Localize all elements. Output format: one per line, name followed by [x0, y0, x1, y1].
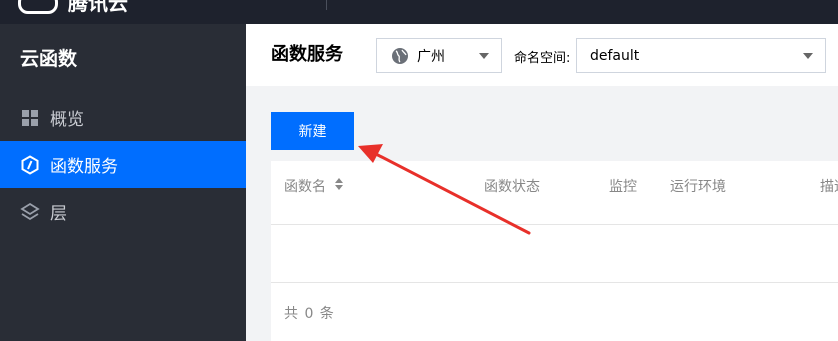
- sidebar-item-overview[interactable]: 概览: [0, 94, 246, 141]
- region-select[interactable]: 广州: [376, 38, 502, 73]
- table-body-empty: [271, 225, 838, 283]
- chevron-down-icon: [803, 53, 813, 59]
- globe-icon: [391, 47, 409, 65]
- sort-icon[interactable]: [334, 177, 344, 197]
- column-header-status: 函数状态: [484, 179, 540, 195]
- sidebar-item-label: 层: [50, 204, 67, 224]
- functions-table: 函数名 函数状态 监控 运行环境 描述 共 0 条: [271, 161, 838, 341]
- new-function-button[interactable]: 新建: [271, 112, 354, 150]
- sidebar-item-label: 函数服务: [50, 157, 118, 177]
- table-header: 函数名 函数状态 监控 运行环境 描述: [271, 161, 838, 225]
- layers-icon: [20, 202, 40, 222]
- sidebar-item-functions[interactable]: 函数服务: [0, 141, 246, 188]
- namespace-label: 命名空间:: [514, 51, 571, 66]
- column-header-function-name[interactable]: 函数名: [284, 177, 344, 197]
- grid-icon: [20, 108, 40, 128]
- cloud-logo-icon[interactable]: [18, 0, 58, 14]
- topbar-divider: [326, 0, 327, 10]
- top-navbar: 腾讯云: [0, 0, 838, 24]
- sidebar-title: 云函数: [20, 48, 78, 70]
- main-header: 函数服务 广州 命名空间: default: [246, 24, 838, 86]
- table-total-count: 共 0 条: [284, 306, 335, 322]
- sidebar-item-layers[interactable]: 层: [0, 188, 246, 235]
- page-title: 函数服务: [271, 44, 343, 65]
- sidebar: 云函数 概览 函数服务 层: [0, 24, 246, 341]
- chevron-down-icon: [479, 53, 489, 59]
- namespace-value: default: [590, 47, 640, 64]
- column-header-runtime: 运行环境: [670, 179, 726, 195]
- logo-text[interactable]: 腾讯云: [68, 0, 128, 14]
- column-header-monitor: 监控: [609, 179, 637, 195]
- column-header-description: 描述: [820, 179, 838, 195]
- namespace-select[interactable]: default: [576, 38, 826, 73]
- region-value: 广州: [417, 48, 445, 65]
- hexagon-function-icon: [20, 154, 40, 175]
- sidebar-item-label: 概览: [50, 110, 84, 130]
